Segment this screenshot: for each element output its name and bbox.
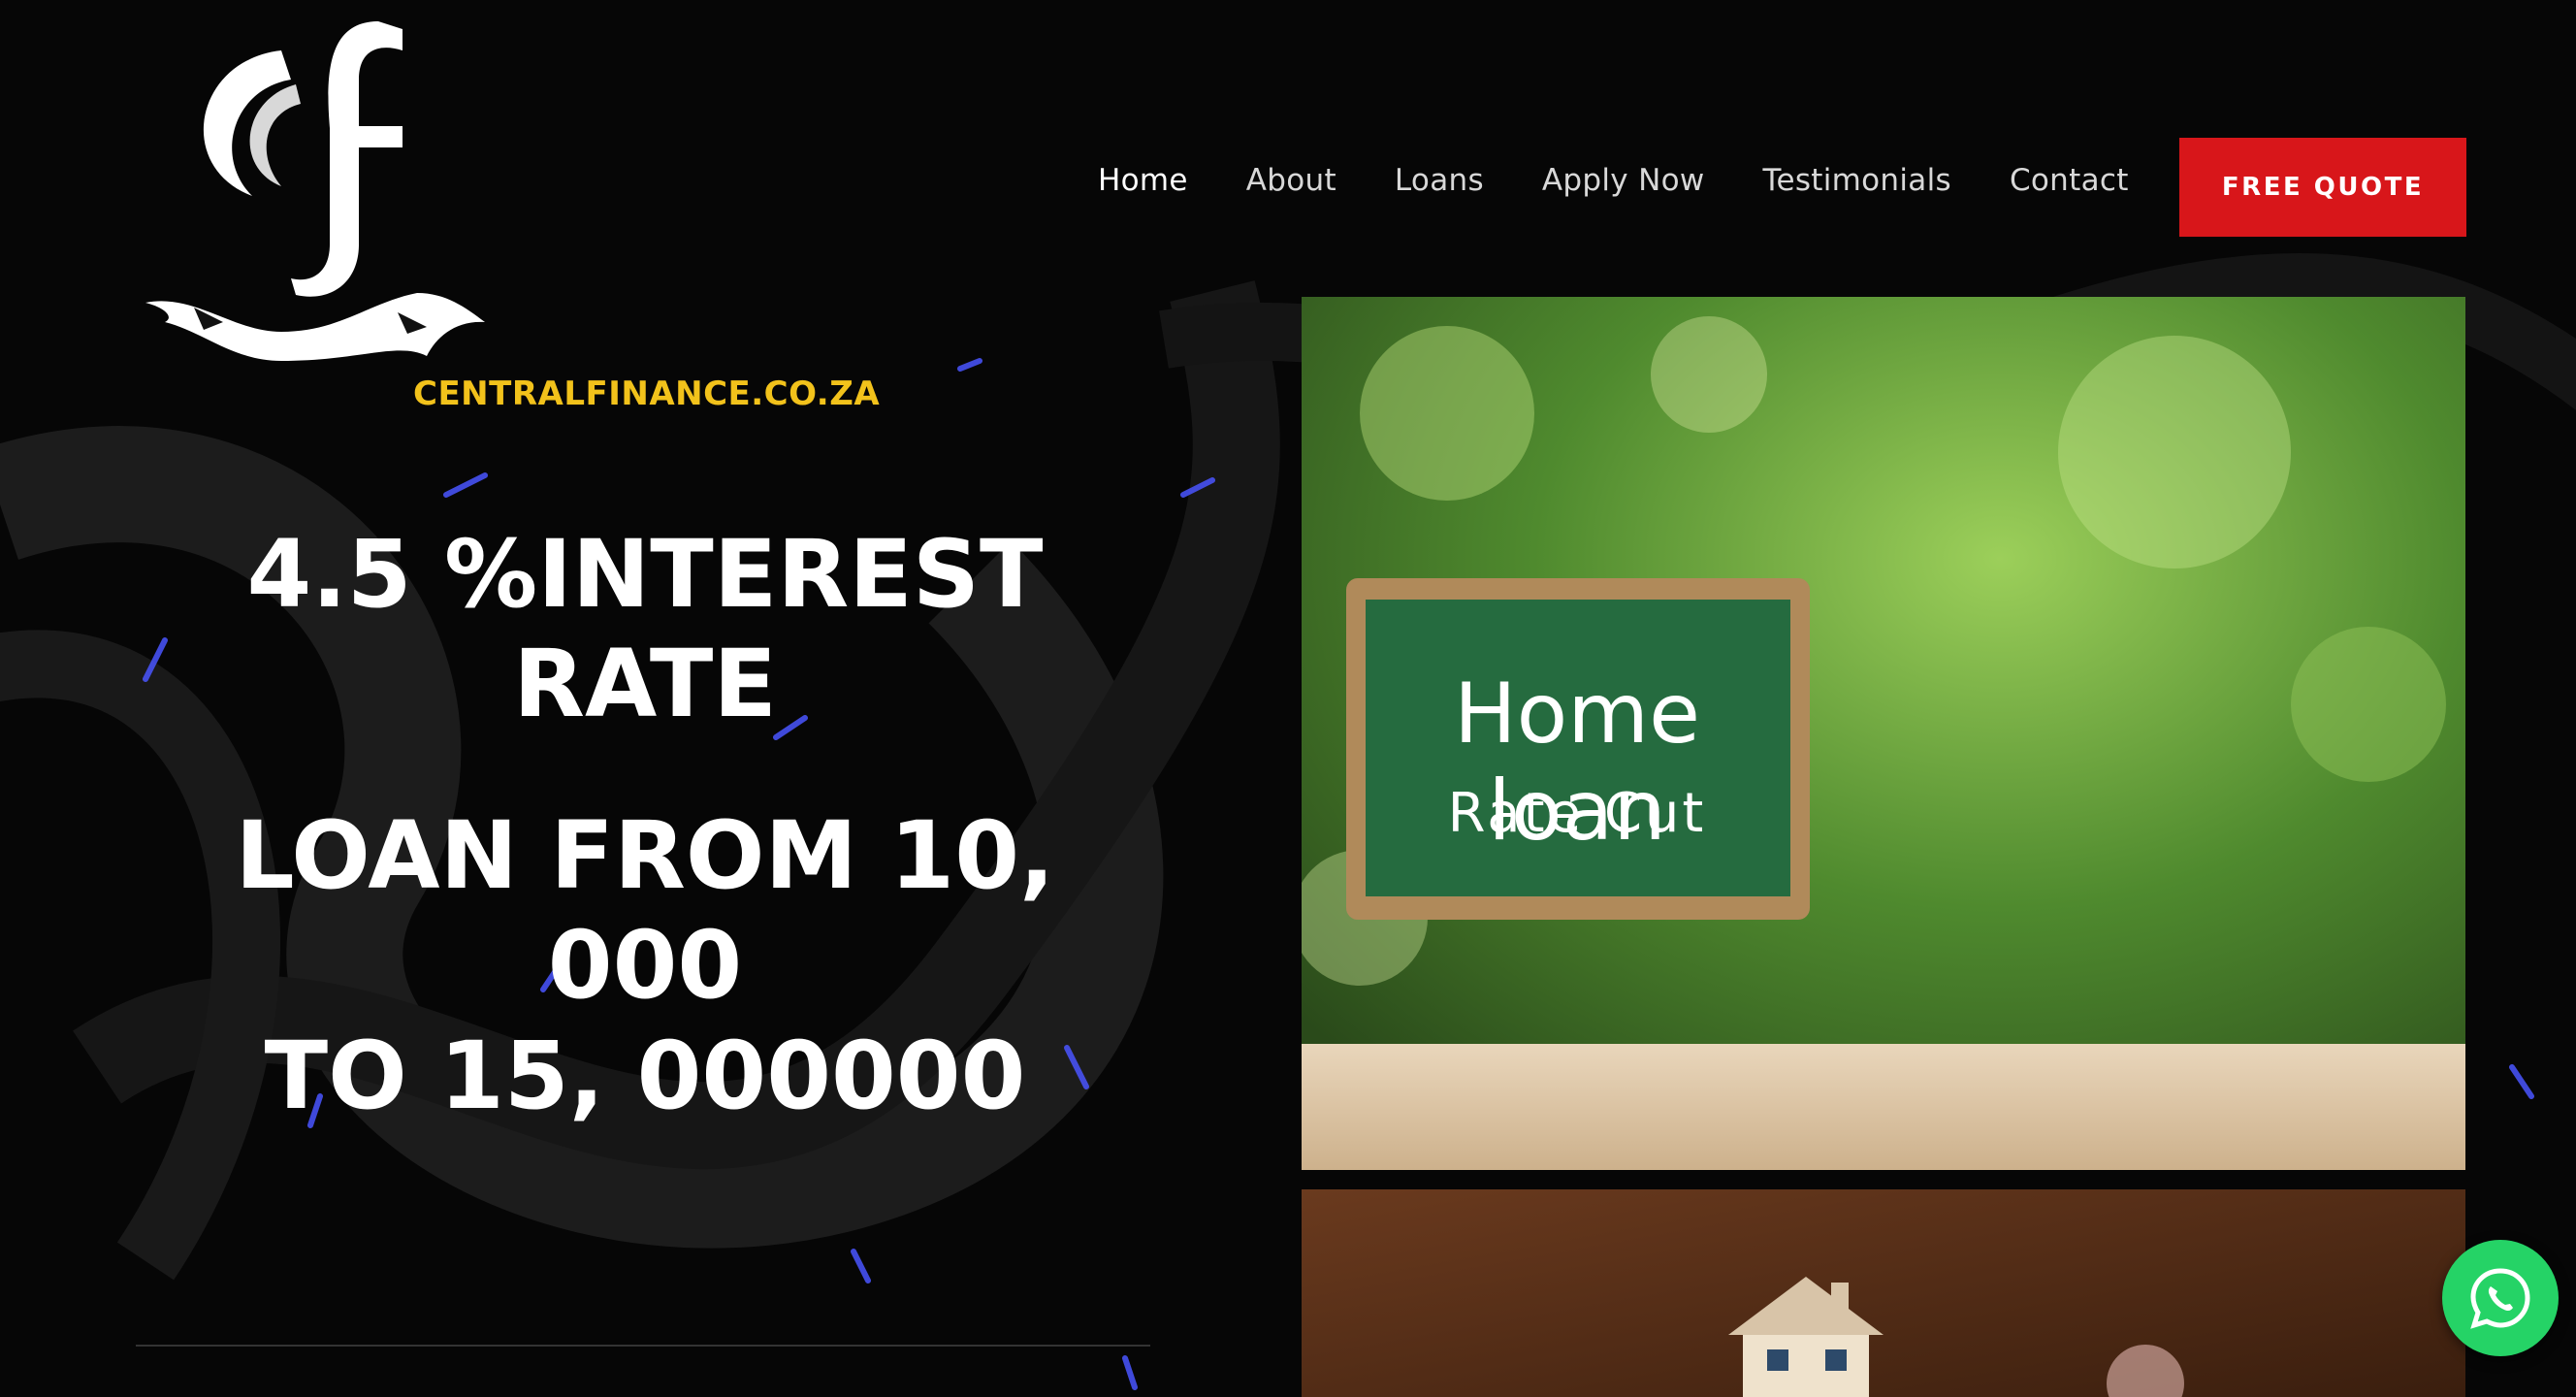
hero-divider — [136, 1345, 1150, 1347]
home-loan-photo: Home loan Rate Cut — [1302, 297, 2465, 1170]
main-nav: Home About Loans Apply Now Testimonials … — [1098, 163, 2187, 198]
whatsapp-chat-button[interactable] — [2442, 1240, 2559, 1356]
nav-item-apply-now[interactable]: Apply Now — [1542, 163, 1705, 198]
hero-headline: 4.5 %INTEREST RATE — [136, 520, 1154, 740]
nav-item-contact[interactable]: Contact — [2010, 163, 2129, 198]
nav-item-home[interactable]: Home — [1098, 163, 1188, 198]
hero-subheadline: LOAN FROM 10, 000 TO 15, 000000 — [136, 801, 1154, 1131]
hero-headline-line2: RATE — [513, 630, 777, 739]
nav-item-about[interactable]: About — [1246, 163, 1336, 198]
brand-domain-text: CENTRALFINANCE.CO.ZA — [413, 374, 881, 413]
hero-subheadline-line1: LOAN FROM 10, 000 — [235, 801, 1055, 1021]
nav-item-testimonials[interactable]: Testimonials — [1763, 163, 1951, 198]
central-finance-logo[interactable] — [136, 12, 543, 419]
whatsapp-icon — [2470, 1268, 2530, 1329]
hero-subheadline-line2: TO 15, 000000 — [264, 1021, 1026, 1130]
board-subtitle: Rate Cut — [1447, 782, 1707, 845]
house-illustration-2 — [1302, 1189, 2465, 1397]
loan-photo-2 — [1302, 1189, 2465, 1397]
hero-headline-line1: 4.5 %INTEREST — [246, 520, 1044, 629]
free-quote-button[interactable]: FREE QUOTE — [2179, 138, 2466, 237]
nav-item-loans[interactable]: Loans — [1395, 163, 1484, 198]
